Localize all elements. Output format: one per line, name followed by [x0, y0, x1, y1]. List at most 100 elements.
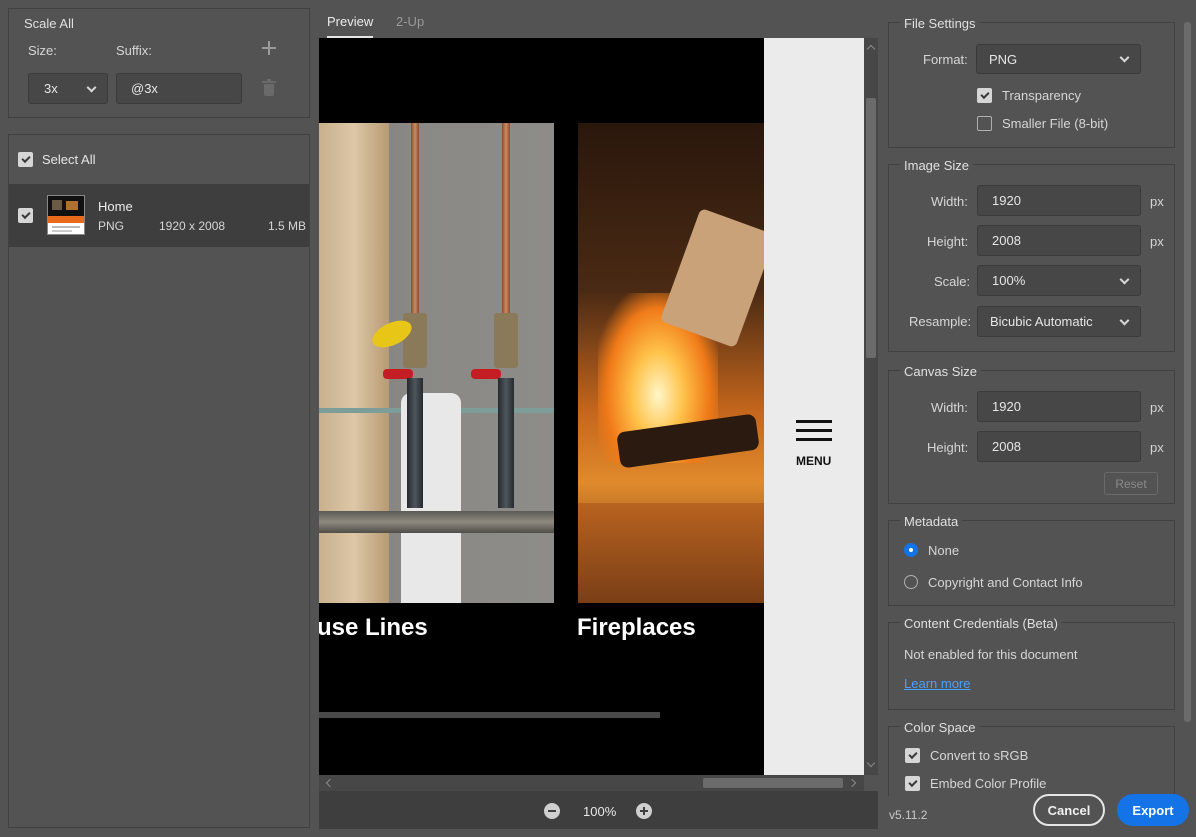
scale-label: Scale: — [934, 274, 971, 289]
carousel-scrollbar — [319, 712, 660, 718]
cancel-button[interactable]: Cancel — [1033, 794, 1105, 826]
cancel-button-label: Cancel — [1047, 802, 1091, 818]
tab-2up-label: 2-Up — [396, 14, 425, 29]
canvas-height-input[interactable]: 2008 — [977, 431, 1141, 462]
delete-scale-icon[interactable] — [262, 79, 276, 97]
hamburger-icon — [796, 420, 832, 444]
embed-profile-checkbox[interactable] — [905, 776, 920, 791]
menu-label: MENU — [796, 454, 832, 468]
image-height-unit: px — [1150, 234, 1164, 249]
canvas-height-label: Height: — [927, 440, 969, 455]
scale-size-value: 3x — [44, 81, 58, 96]
metadata-copyright-label: Copyright and Contact Info — [928, 575, 1083, 590]
canvas-size-title: Canvas Size — [900, 364, 981, 379]
caption-plumbing: use Lines — [319, 614, 428, 641]
image-size-title: Image Size — [900, 158, 974, 173]
vscroll-thumb[interactable] — [866, 98, 876, 358]
learn-more-link[interactable]: Learn more — [904, 676, 970, 691]
asset-filesize: 1.5 MB — [268, 219, 307, 233]
zoom-level: 100% — [583, 804, 617, 819]
embed-profile-label: Embed Color Profile — [930, 776, 1047, 791]
image-width-label: Width: — [931, 194, 968, 209]
select-all-label: Select All — [42, 152, 96, 167]
chevron-down-icon — [1119, 52, 1130, 63]
preview-canvas: use Lines Fireplaces MENU — [319, 38, 864, 775]
canvas-height-unit: px — [1150, 440, 1164, 455]
asset-checkbox[interactable] — [18, 208, 33, 223]
select-all-checkbox[interactable] — [18, 152, 33, 167]
fireplace-image — [578, 123, 764, 603]
convert-srgb-checkbox[interactable] — [905, 748, 920, 763]
metadata-panel — [888, 520, 1175, 606]
image-height-label: Height: — [927, 234, 969, 249]
tab-preview-label: Preview — [327, 14, 374, 29]
metadata-none-label: None — [928, 543, 960, 558]
reset-button-label: Reset — [1115, 476, 1147, 491]
image-height-input[interactable]: 2008 — [977, 225, 1141, 256]
metadata-title: Metadata — [900, 514, 963, 529]
suffix-input[interactable]: @3x — [116, 73, 242, 104]
chevron-down-icon — [1119, 274, 1130, 285]
asset-dimensions: 1920 x 2008 — [159, 219, 226, 233]
smaller-file-checkbox[interactable] — [977, 116, 992, 131]
format-dropdown[interactable]: PNG — [976, 44, 1141, 74]
transparency-label: Transparency — [1002, 88, 1081, 103]
asset-row[interactable]: Home PNG 1920 x 2008 1.5 MB — [9, 184, 309, 247]
format-value: PNG — [989, 51, 1018, 67]
credentials-panel — [888, 622, 1175, 710]
canvas-width-value: 1920 — [992, 399, 1021, 414]
export-button-label: Export — [1132, 802, 1174, 818]
suffix-value: @3x — [131, 81, 158, 96]
plumbing-image — [319, 123, 554, 603]
asset-thumbnail — [47, 195, 85, 235]
add-scale-icon[interactable] — [262, 41, 276, 55]
reset-button[interactable]: Reset — [1104, 472, 1158, 495]
scroll-left-icon[interactable] — [325, 778, 335, 788]
scroll-down-icon[interactable] — [866, 758, 876, 768]
canvas-width-input[interactable]: 1920 — [977, 391, 1141, 422]
asset-name: Home — [98, 199, 133, 214]
file-settings-title: File Settings — [900, 16, 980, 31]
canvas-width-label: Width: — [931, 400, 968, 415]
tab-2up[interactable]: 2-Up — [396, 14, 424, 29]
settings-scrollbar[interactable] — [1183, 22, 1192, 792]
convert-srgb-label: Convert to sRGB — [930, 748, 1029, 763]
canvas-height-value: 2008 — [992, 439, 1021, 454]
asset-format: PNG — [98, 219, 125, 233]
settings-scroll-thumb[interactable] — [1184, 22, 1191, 722]
caption-fireplaces: Fireplaces — [577, 614, 696, 641]
scale-size-dropdown[interactable]: 3x — [28, 73, 108, 104]
suffix-label: Suffix: — [116, 43, 152, 58]
image-height-value: 2008 — [992, 233, 1021, 248]
image-width-unit: px — [1150, 194, 1164, 209]
scroll-up-icon[interactable] — [866, 44, 876, 54]
zoom-in-icon[interactable] — [636, 803, 652, 819]
scale-all-title: Scale All — [24, 16, 74, 31]
canvas-width-unit: px — [1150, 400, 1164, 415]
metadata-none-radio[interactable] — [904, 543, 918, 557]
chevron-down-icon — [1119, 315, 1130, 326]
color-space-title: Color Space — [900, 720, 980, 735]
credentials-status: Not enabled for this document — [904, 647, 1078, 662]
zoom-out-icon[interactable] — [544, 803, 560, 819]
chevron-down-icon — [86, 82, 97, 93]
hscroll-thumb[interactable] — [703, 778, 843, 788]
menu-strip: MENU — [764, 38, 864, 775]
format-label: Format: — [923, 52, 968, 67]
export-button[interactable]: Export — [1117, 794, 1189, 826]
resample-dropdown[interactable]: Bicubic Automatic — [977, 306, 1141, 337]
resample-label: Resample: — [909, 314, 972, 329]
resample-value: Bicubic Automatic — [990, 314, 1093, 329]
version-label: v5.11.2 — [889, 808, 928, 822]
preview-vscrollbar[interactable] — [864, 38, 878, 775]
transparency-checkbox[interactable] — [977, 88, 992, 103]
scale-dropdown[interactable]: 100% — [977, 265, 1141, 296]
scroll-right-icon[interactable] — [847, 778, 857, 788]
tab-preview[interactable]: Preview — [327, 14, 374, 38]
preview-hscrollbar[interactable] — [319, 775, 864, 791]
smaller-file-label: Smaller File (8-bit) — [1002, 116, 1109, 131]
size-label: Size: — [28, 43, 57, 58]
credentials-title: Content Credentials (Beta) — [900, 616, 1062, 631]
image-width-input[interactable]: 1920 — [977, 185, 1141, 216]
metadata-copyright-radio[interactable] — [904, 575, 918, 589]
